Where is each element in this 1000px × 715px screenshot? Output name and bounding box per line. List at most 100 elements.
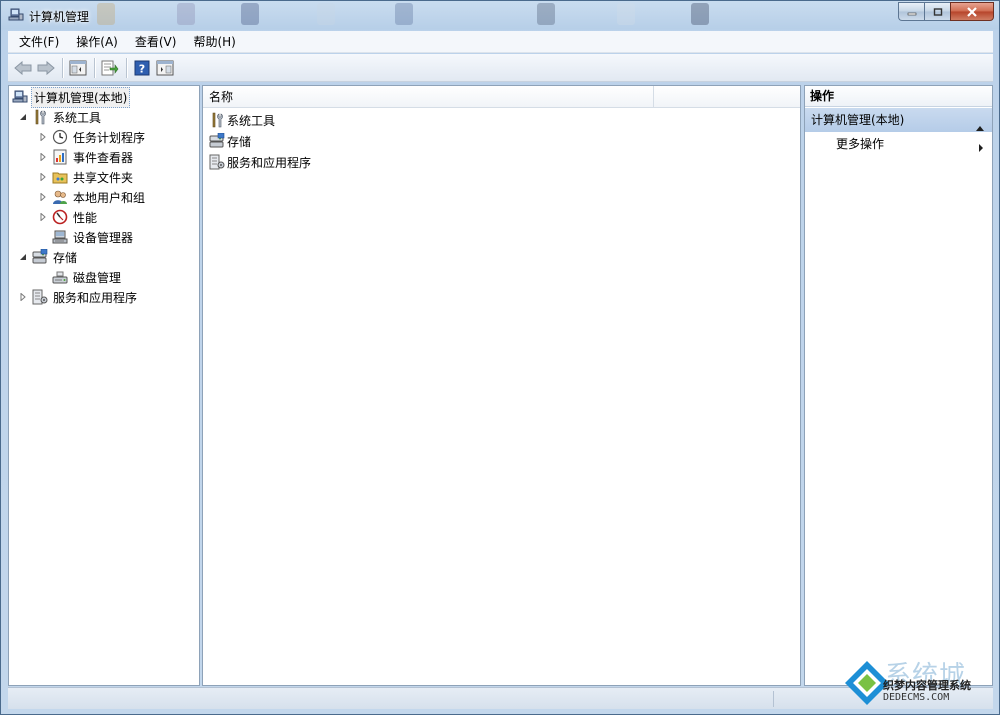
maximize-button[interactable] (924, 2, 950, 21)
device-manager-icon (52, 229, 68, 245)
expand-triangle-icon[interactable] (18, 292, 28, 302)
collapse-triangle-icon[interactable] (18, 112, 28, 122)
tools-icon (32, 109, 48, 125)
list-item-system-tools[interactable]: 系统工具 (209, 110, 275, 130)
menu-bar: 文件(F) 操作(A) 查看(V) 帮助(H) (8, 31, 993, 53)
expand-triangle-icon[interactable] (38, 132, 48, 142)
toolbar-separator (62, 57, 63, 78)
column-divider[interactable] (653, 86, 654, 108)
console-tree-pane: 计算机管理(本地) 系统工具 任务计划程序 事件查看器 共享文件夹 本地用户和组… (8, 85, 200, 686)
chevron-right-icon (978, 139, 984, 159)
caption-buttons (898, 2, 994, 21)
arrow-left-icon (14, 60, 32, 75)
tools-icon (209, 112, 225, 128)
users-icon (52, 189, 68, 205)
tree-item-services-applications[interactable]: 服务和应用程序 (18, 287, 139, 307)
tree-item-performance[interactable]: 性能 (38, 207, 99, 227)
back-button[interactable] (12, 57, 34, 79)
window-title: 计算机管理 (29, 10, 90, 24)
list-item-label: 系统工具 (227, 113, 276, 128)
list-item-storage[interactable]: 存储 (209, 131, 251, 151)
tree-label: 磁盘管理 (73, 270, 122, 285)
watermark-subtitle: 织梦内容管理系统 (883, 679, 971, 692)
arrow-right-icon (37, 60, 55, 75)
background-ghost (177, 3, 195, 25)
menu-view[interactable]: 查看(V) (124, 31, 183, 53)
services-icon (209, 154, 225, 170)
tree-item-event-viewer[interactable]: 事件查看器 (38, 147, 135, 167)
tree-label: 服务和应用程序 (53, 290, 138, 305)
event-viewer-icon (52, 149, 68, 165)
tree-label: 系统工具 (53, 110, 102, 125)
background-ghost (617, 3, 635, 25)
clock-icon (52, 129, 68, 145)
minimize-button[interactable] (898, 2, 924, 21)
actions-header: 操作 (805, 86, 992, 107)
content-list-pane: 名称 系统工具 存储 服务和应用程序 (202, 85, 801, 686)
background-ghost (241, 3, 259, 25)
column-header-name[interactable]: 名称 (203, 86, 233, 108)
tree-label: 计算机管理(本地) (31, 86, 131, 108)
tree-label: 性能 (73, 210, 98, 225)
list-item-label: 服务和应用程序 (227, 155, 312, 170)
action-pane-icon (156, 60, 174, 75)
background-ghost (691, 3, 709, 25)
expand-triangle-icon[interactable] (38, 192, 48, 202)
close-button[interactable] (950, 2, 994, 21)
menu-file[interactable]: 文件(F) (8, 31, 65, 53)
svg-text:?: ? (139, 62, 145, 75)
minimize-icon (907, 12, 916, 15)
show-hide-action-pane-button[interactable] (154, 57, 176, 79)
forward-button[interactable] (35, 57, 57, 79)
tree-item-device-manager[interactable]: 设备管理器 (52, 227, 135, 247)
tree-label: 共享文件夹 (73, 170, 134, 185)
console-tree-icon (69, 60, 87, 75)
computer-management-icon (8, 7, 24, 23)
title-bar[interactable]: 计算机管理 (1, 1, 999, 30)
help-button[interactable]: ? (131, 57, 153, 79)
tree-label: 存储 (53, 250, 78, 265)
list-header: 名称 (203, 86, 800, 108)
tree-item-shared-folders[interactable]: 共享文件夹 (38, 167, 135, 187)
show-hide-console-tree-button[interactable] (67, 57, 89, 79)
tree-label: 设备管理器 (73, 230, 134, 245)
tree-label: 本地用户和组 (73, 190, 146, 205)
actions-group-computer-management[interactable]: 计算机管理(本地) (805, 108, 992, 132)
shared-folder-icon (52, 169, 68, 185)
expand-triangle-icon[interactable] (38, 172, 48, 182)
help-icon: ? (134, 60, 150, 75)
tree-label: 任务计划程序 (73, 130, 146, 145)
menu-action[interactable]: 操作(A) (65, 31, 124, 53)
tree-item-computer-management[interactable]: 计算机管理(本地) (12, 86, 131, 108)
tree-item-storage[interactable]: 存储 (18, 247, 79, 267)
export-list-button[interactable] (99, 57, 121, 79)
watermark-url: DEDECMS.COM (883, 692, 950, 703)
collapse-triangle-icon[interactable] (18, 252, 28, 262)
actions-group-label: 计算机管理(本地) (811, 113, 905, 127)
site-watermark: 系统城 织梦内容管理系统 DEDECMS.COM (843, 655, 993, 710)
storage-icon (32, 249, 48, 265)
expand-triangle-icon[interactable] (38, 152, 48, 162)
export-list-icon (101, 60, 119, 75)
status-divider (773, 691, 774, 707)
more-actions-label: 更多操作 (836, 137, 885, 151)
actions-pane: 操作 计算机管理(本地) 更多操作 (804, 85, 993, 686)
tree-item-task-scheduler[interactable]: 任务计划程序 (38, 127, 147, 147)
tree-item-disk-management[interactable]: 磁盘管理 (52, 267, 123, 287)
menu-help[interactable]: 帮助(H) (182, 31, 241, 53)
toolbar-separator (94, 57, 95, 78)
expand-triangle-icon[interactable] (38, 212, 48, 222)
tree-item-system-tools[interactable]: 系统工具 (18, 107, 103, 127)
tree-item-local-users-groups[interactable]: 本地用户和组 (38, 187, 147, 207)
tree-label: 事件查看器 (73, 150, 134, 165)
list-item-services-applications[interactable]: 服务和应用程序 (209, 152, 311, 172)
toolbar-separator (126, 57, 127, 78)
computer-management-window: 计算机管理 文件(F) 操作(A) 查看(V) 帮助(H) ? 计算机管理(本地… (0, 0, 1000, 715)
disk-management-icon (52, 269, 68, 285)
background-ghost (317, 3, 335, 25)
background-ghost (395, 3, 413, 25)
toolbar: ? (8, 54, 993, 82)
restore-icon (933, 7, 942, 16)
background-ghost (537, 3, 555, 25)
more-actions-item[interactable]: 更多操作 (805, 134, 992, 154)
